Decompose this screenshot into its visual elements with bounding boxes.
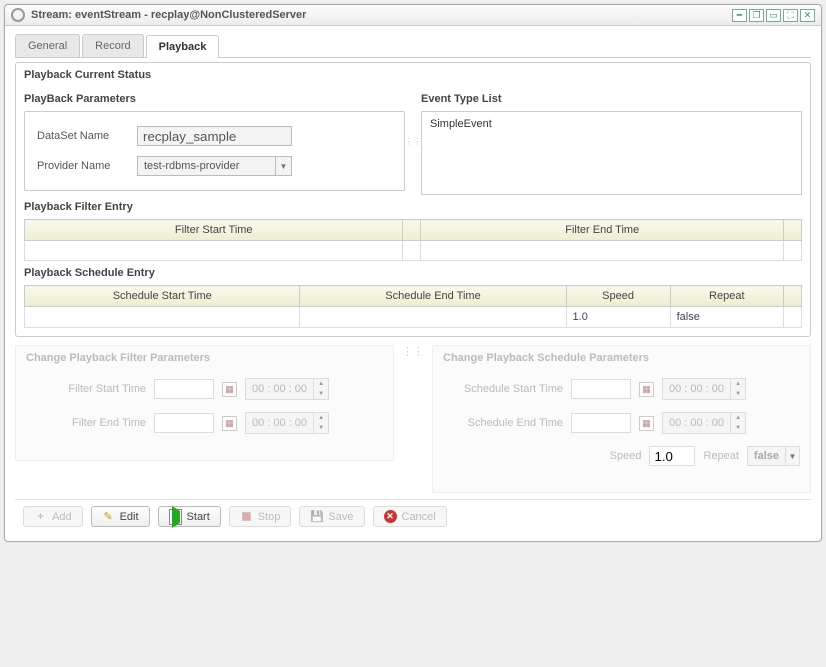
schedule-start-header[interactable]: Schedule Start Time (25, 286, 300, 307)
schedule-repeat-header[interactable]: Repeat (670, 286, 783, 307)
event-type-item[interactable]: SimpleEvent (430, 118, 793, 130)
spinner-up-icon[interactable]: ▲ (314, 379, 328, 389)
stream-icon (11, 8, 25, 22)
calendar-icon[interactable]: ▦ (639, 416, 654, 431)
repeat-label: Repeat (703, 450, 738, 462)
table-row[interactable] (25, 241, 802, 261)
event-type-listbox[interactable]: SimpleEvent (421, 111, 802, 195)
filter-start-header[interactable]: Filter Start Time (25, 220, 403, 241)
status-panel: Playback Current Status PlayBack Paramet… (15, 62, 811, 337)
provider-value: test-rdbms-provider (138, 160, 275, 172)
dataset-name-label: DataSet Name (37, 130, 137, 142)
schedule-start-date-input[interactable] (571, 379, 631, 399)
plus-icon: + (34, 510, 47, 523)
schedule-speed-cell: 1.0 (566, 307, 670, 328)
spinner-up-icon[interactable]: ▲ (731, 413, 745, 423)
spinner-down-icon[interactable]: ▼ (731, 389, 745, 399)
window-title: Stream: eventStream - recplay@NonCluster… (31, 9, 306, 21)
save-icon: 💾 (310, 510, 323, 523)
schedule-end-time-label: Schedule End Time (443, 417, 563, 429)
schedule-speed-header[interactable]: Speed (566, 286, 670, 307)
action-toolbar: + Add ✎ Edit Start Stop 💾 Save ✕ Cancel (15, 499, 811, 533)
play-icon (169, 510, 182, 523)
spinner-down-icon[interactable]: ▼ (314, 423, 328, 433)
schedule-entry-table: Schedule Start Time Schedule End Time Sp… (24, 285, 802, 328)
filter-end-time-spinner[interactable]: 00 : 00 : 00 ▲▼ (245, 412, 329, 434)
splitter-handle[interactable]: ⋮⋮ (411, 87, 415, 195)
schedule-end-date-input[interactable] (571, 413, 631, 433)
stop-button: Stop (229, 506, 292, 527)
change-schedule-title: Change Playback Schedule Parameters (443, 352, 800, 364)
schedule-start-time-label: Schedule Start Time (443, 383, 563, 395)
tab-bar: General Record Playback (15, 34, 811, 58)
status-title: Playback Current Status (24, 69, 802, 81)
filter-start-time-spinner[interactable]: 00 : 00 : 00 ▲▼ (245, 378, 329, 400)
spinner-down-icon[interactable]: ▼ (731, 423, 745, 433)
schedule-start-time-spinner[interactable]: 00 : 00 : 00 ▲▼ (662, 378, 746, 400)
filter-header-spacer1 (403, 220, 421, 241)
filter-end-header[interactable]: Filter End Time (421, 220, 784, 241)
schedule-end-header[interactable]: Schedule End Time (300, 286, 566, 307)
filter-entry-table: Filter Start Time Filter End Time (24, 219, 802, 261)
tab-record[interactable]: Record (82, 34, 143, 57)
change-filter-panel: Change Playback Filter Parameters Filter… (15, 345, 394, 461)
save-button: 💾 Save (299, 506, 364, 527)
add-button: + Add (23, 506, 83, 527)
schedule-end-time-spinner[interactable]: 00 : 00 : 00 ▲▼ (662, 412, 746, 434)
start-button[interactable]: Start (158, 506, 221, 527)
stream-window: Stream: eventStream - recplay@NonCluster… (4, 4, 822, 542)
calendar-icon[interactable]: ▦ (222, 416, 237, 431)
schedule-start-cell (25, 307, 300, 328)
tab-playback[interactable]: Playback (146, 35, 220, 58)
filter-start-time-label: Filter Start Time (26, 383, 146, 395)
filter-header-spacer2 (784, 220, 802, 241)
calendar-icon[interactable]: ▦ (639, 382, 654, 397)
spinner-down-icon[interactable]: ▼ (314, 389, 328, 399)
cancel-button: ✕ Cancel (373, 506, 447, 527)
pencil-icon: ✎ (102, 510, 115, 523)
speed-input[interactable] (649, 446, 695, 466)
restore-button[interactable]: ❐ (749, 9, 764, 22)
maximize-button[interactable]: ⛶ (783, 9, 798, 22)
event-type-list-title: Event Type List (421, 93, 802, 105)
spinner-up-icon[interactable]: ▲ (731, 379, 745, 389)
table-row[interactable]: 1.0 false (25, 307, 802, 328)
close-button[interactable]: ✕ (800, 9, 815, 22)
window-controls: ━ ❐ ▭ ⛶ ✕ (732, 9, 815, 22)
schedule-repeat-cell: false (670, 307, 783, 328)
calendar-icon[interactable]: ▦ (222, 382, 237, 397)
tab-general[interactable]: General (15, 34, 80, 57)
chevron-down-icon: ▼ (275, 157, 291, 175)
schedule-end-cell (300, 307, 566, 328)
minimize-button[interactable]: ━ (732, 9, 747, 22)
playback-params-panel: DataSet Name Provider Name test-rdbms-pr… (24, 111, 405, 191)
collapse-button[interactable]: ▭ (766, 9, 781, 22)
schedule-entry-title: Playback Schedule Entry (24, 267, 802, 279)
schedule-header-spacer (784, 286, 802, 307)
filter-end-time-label: Filter End Time (26, 417, 146, 429)
repeat-dropdown[interactable]: false ▼ (747, 446, 800, 466)
titlebar: Stream: eventStream - recplay@NonCluster… (5, 5, 821, 26)
params-splitter-handle[interactable]: ⋮⋮ (410, 345, 416, 358)
change-filter-title: Change Playback Filter Parameters (26, 352, 383, 364)
provider-name-label: Provider Name (37, 160, 137, 172)
filter-start-date-input[interactable] (154, 379, 214, 399)
spinner-up-icon[interactable]: ▲ (314, 413, 328, 423)
dataset-name-input[interactable] (137, 126, 292, 146)
chevron-down-icon: ▼ (785, 447, 799, 465)
playback-params-title: PlayBack Parameters (24, 93, 405, 105)
speed-label: Speed (610, 450, 642, 462)
filter-entry-title: Playback Filter Entry (24, 201, 802, 213)
change-schedule-panel: Change Playback Schedule Parameters Sche… (432, 345, 811, 493)
cancel-icon: ✕ (384, 510, 397, 523)
provider-dropdown[interactable]: test-rdbms-provider ▼ (137, 156, 292, 176)
stop-icon (240, 510, 253, 523)
edit-button[interactable]: ✎ Edit (91, 506, 150, 527)
filter-end-date-input[interactable] (154, 413, 214, 433)
